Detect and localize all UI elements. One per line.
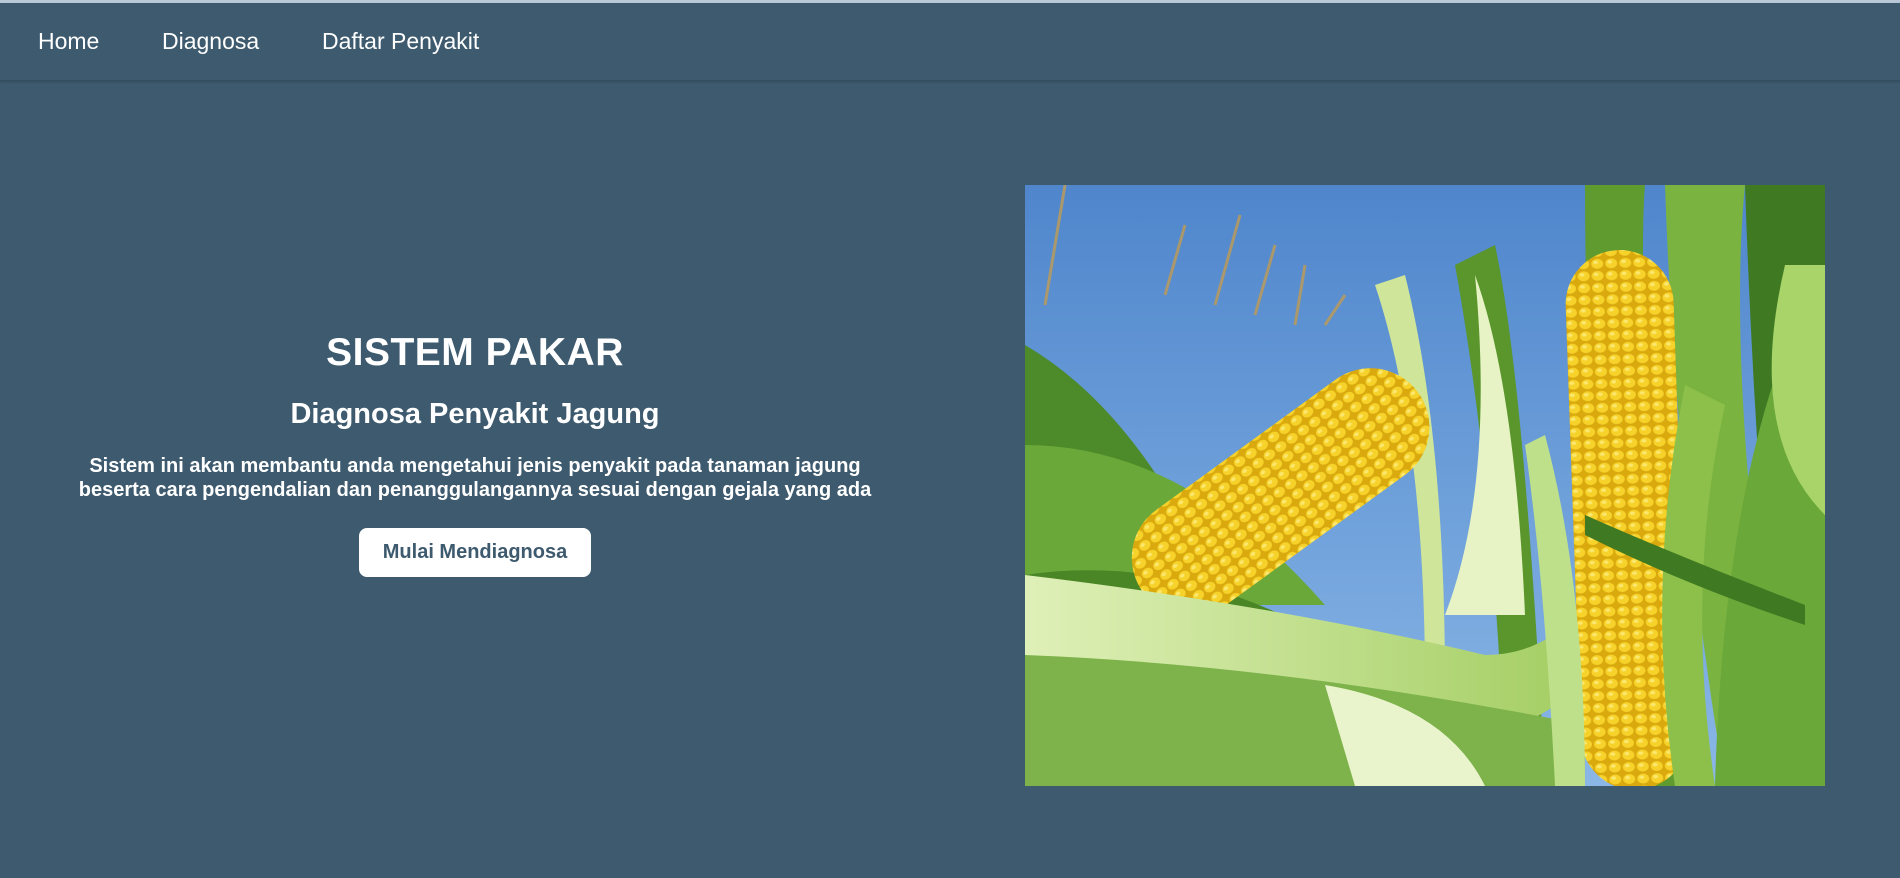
hero-description-line-2: beserta cara pengendalian dan penanggula… [78, 478, 872, 501]
hero-description: Sistem ini akan membantu anda mengetahui… [55, 454, 895, 502]
navbar: Home Diagnosa Daftar Penyakit [0, 3, 1900, 81]
corn-image [1025, 185, 1825, 786]
hero-description-line-1: Sistem ini akan membantu anda mengetahui… [89, 454, 861, 477]
corn-illustration [1025, 185, 1825, 786]
hero-section: SISTEM PAKAR Diagnosa Penyakit Jagung Si… [40, 330, 910, 577]
nav-item-diagnosa[interactable]: Diagnosa [162, 3, 259, 80]
nav-item-daftar-penyakit[interactable]: Daftar Penyakit [322, 3, 479, 80]
hero-subtitle: Diagnosa Penyakit Jagung [290, 397, 660, 430]
start-diagnosis-button[interactable]: Mulai Mendiagnosa [358, 527, 592, 577]
nav-item-home[interactable]: Home [38, 3, 99, 80]
hero-title: SISTEM PAKAR [326, 331, 624, 374]
